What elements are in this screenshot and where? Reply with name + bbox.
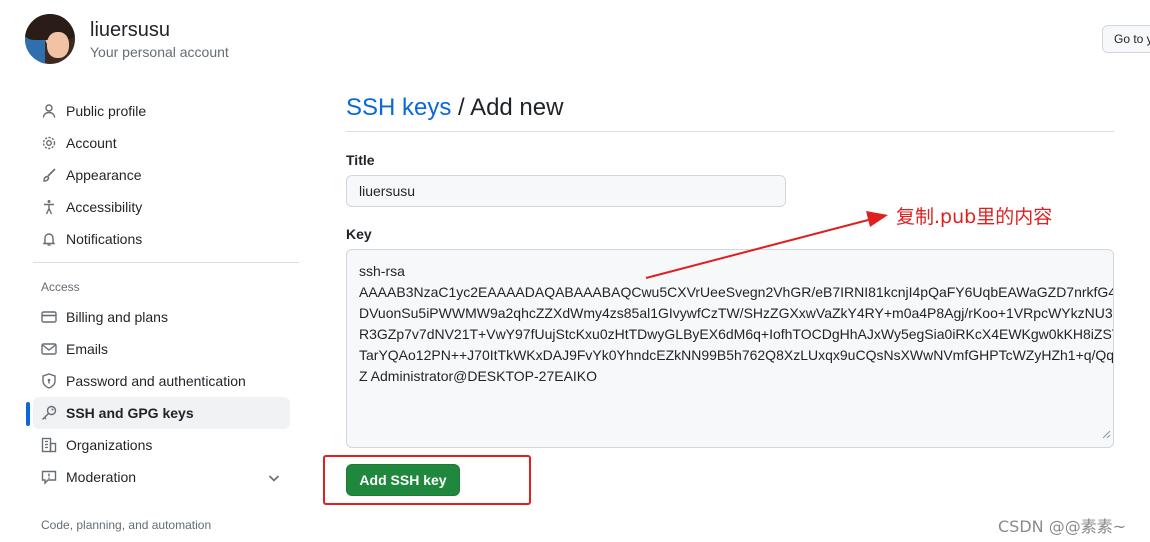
- annotation-arrow: [645, 211, 888, 279]
- watermark: CSDN @@素素~: [998, 517, 1127, 536]
- annotation-text: 复制.pub里的内容: [896, 206, 1053, 228]
